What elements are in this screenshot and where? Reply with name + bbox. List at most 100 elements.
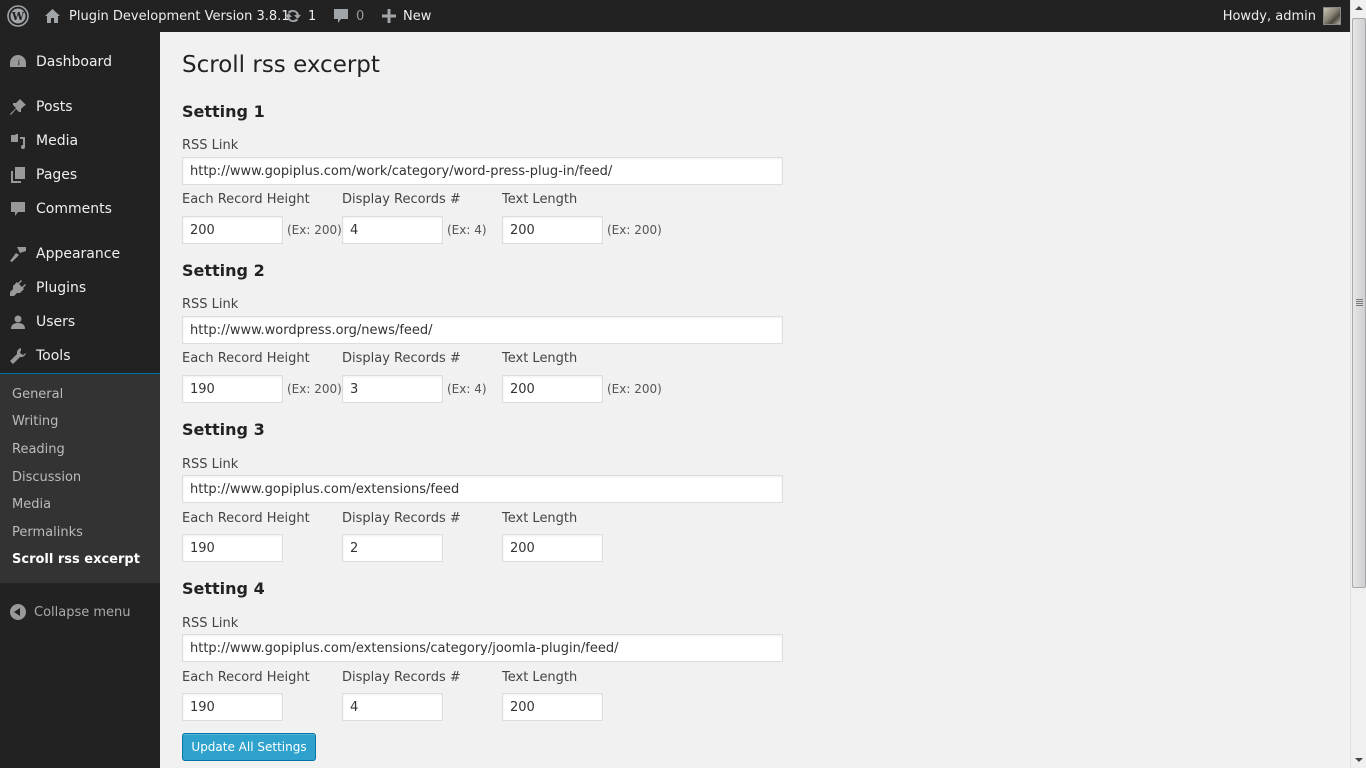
rss-link-input[interactable]	[182, 316, 783, 344]
comment-icon	[11, 202, 25, 216]
sidebar-item-users[interactable]: Users	[0, 305, 160, 339]
record-height-input[interactable]	[182, 375, 283, 403]
display-records-hint: (Ex: 4)	[447, 223, 487, 237]
submenu-media[interactable]: Media	[12, 497, 51, 512]
text-length-label: Text Length	[502, 192, 578, 207]
record-height-hint: (Ex: 200)	[287, 223, 342, 237]
plus-icon	[382, 9, 396, 23]
rss-link-input[interactable]	[182, 475, 783, 503]
collapse-menu-label: Collapse menu	[34, 604, 131, 620]
comments-count: 0	[356, 8, 365, 24]
submenu-reading[interactable]: Reading	[12, 442, 65, 457]
scroll-grip-icon	[1356, 299, 1363, 307]
collapse-menu-button[interactable]: Collapse menu	[0, 597, 160, 627]
setting-section-4: Setting 4 RSS Link Each Record Height Di…	[182, 579, 802, 739]
setting-title: Setting 3	[182, 420, 265, 439]
media-icon	[11, 134, 25, 149]
display-records-input[interactable]	[342, 693, 443, 721]
svg-text:W: W	[11, 10, 25, 23]
record-height-input[interactable]	[182, 693, 283, 721]
submenu-discussion[interactable]: Discussion	[12, 470, 81, 485]
setting-section-2: Setting 2 RSS Link Each Record Height Di…	[182, 261, 802, 421]
text-length-label: Text Length	[502, 511, 578, 526]
sidebar-item-appearance[interactable]: Appearance	[0, 237, 160, 271]
record-height-input[interactable]	[182, 534, 283, 562]
record-height-label: Each Record Height	[182, 670, 310, 685]
rss-link-label: RSS Link	[182, 297, 239, 312]
rss-link-label: RSS Link	[182, 457, 239, 472]
collapse-arrow-icon	[10, 604, 26, 620]
setting-section-1: Setting 1 RSS Link Each Record Height Di…	[182, 102, 802, 262]
text-length-hint: (Ex: 200)	[607, 382, 662, 396]
record-height-label: Each Record Height	[182, 511, 310, 526]
record-height-input[interactable]	[182, 216, 283, 244]
admin-bar: W Plugin Development Version 3.8.1 1 0 N…	[0, 0, 1350, 32]
record-height-label: Each Record Height	[182, 192, 310, 207]
rss-link-input[interactable]	[182, 157, 783, 185]
settings-submenu: General Writing Reading Discussion Media…	[0, 374, 160, 583]
comment-bubble-icon	[334, 9, 348, 23]
text-length-hint: (Ex: 200)	[607, 223, 662, 237]
howdy-label: Howdy, admin	[1222, 8, 1316, 24]
my-account-link[interactable]: Howdy, admin	[1223, 0, 1341, 32]
sidebar-item-media[interactable]: Media	[0, 124, 160, 158]
text-length-input[interactable]	[502, 375, 603, 403]
setting-title: Setting 2	[182, 261, 265, 280]
scroll-down-arrow-icon[interactable]	[1355, 758, 1363, 762]
new-label: New	[403, 8, 432, 24]
text-length-input[interactable]	[502, 693, 603, 721]
wordpress-logo-icon: W	[7, 5, 29, 27]
submenu-writing[interactable]: Writing	[12, 414, 58, 429]
sidebar-item-posts[interactable]: Posts	[0, 90, 160, 124]
sidebar-item-plugins[interactable]: Plugins	[0, 271, 160, 305]
setting-section-3: Setting 3 RSS Link Each Record Height Di…	[182, 420, 802, 580]
display-records-input[interactable]	[342, 216, 443, 244]
scrollbar-thumb[interactable]	[1352, 18, 1366, 588]
scroll-up-arrow-icon[interactable]	[1355, 6, 1363, 10]
display-records-input[interactable]	[342, 534, 443, 562]
wordpress-logo-menu[interactable]: W	[7, 0, 29, 32]
setting-title: Setting 1	[182, 102, 265, 121]
updates-link[interactable]: 1	[284, 0, 316, 32]
submenu-general[interactable]: General	[12, 387, 63, 402]
text-length-input[interactable]	[502, 534, 603, 562]
sidebar-item-pages[interactable]: Pages	[0, 158, 160, 192]
display-records-hint: (Ex: 4)	[447, 382, 487, 396]
rss-link-label: RSS Link	[182, 616, 239, 631]
page-title: Scroll rss excerpt	[182, 52, 380, 78]
text-length-input[interactable]	[502, 216, 603, 244]
comments-link[interactable]: 0	[333, 0, 364, 32]
home-icon	[45, 9, 60, 23]
submenu-scroll-rss-excerpt[interactable]: Scroll rss excerpt	[12, 552, 140, 567]
display-records-label: Display Records #	[342, 511, 461, 526]
submenu-permalinks[interactable]: Permalinks	[12, 525, 83, 540]
display-records-label: Display Records #	[342, 351, 461, 366]
update-all-settings-button[interactable]: Update All Settings	[182, 733, 316, 761]
new-content-link[interactable]: New	[382, 0, 431, 32]
plug-icon	[10, 280, 26, 296]
rss-link-label: RSS Link	[182, 138, 239, 153]
dashboard-icon	[10, 55, 26, 67]
sidebar-item-dashboard[interactable]: Dashboard	[0, 45, 160, 79]
display-records-label: Display Records #	[342, 670, 461, 685]
record-height-label: Each Record Height	[182, 351, 310, 366]
record-height-hint: (Ex: 200)	[287, 382, 342, 396]
avatar	[1323, 7, 1341, 25]
setting-title: Setting 4	[182, 579, 265, 598]
text-length-label: Text Length	[502, 351, 578, 366]
pages-icon	[11, 167, 25, 183]
sidebar-item-tools[interactable]: Tools	[0, 339, 160, 373]
refresh-icon	[285, 9, 301, 23]
site-name: Plugin Development Version 3.8.1	[69, 8, 290, 24]
wrench-icon	[10, 348, 26, 364]
pin-icon	[10, 99, 26, 115]
text-length-label: Text Length	[502, 670, 578, 685]
paintbrush-icon	[10, 247, 26, 262]
updates-count: 1	[308, 8, 317, 24]
rss-link-input[interactable]	[182, 634, 783, 662]
site-name-link[interactable]: Plugin Development Version 3.8.1	[44, 0, 290, 32]
user-icon	[11, 315, 25, 329]
sidebar-item-comments[interactable]: Comments	[0, 192, 160, 226]
display-records-input[interactable]	[342, 375, 443, 403]
page-scrollbar[interactable]	[1350, 0, 1366, 768]
